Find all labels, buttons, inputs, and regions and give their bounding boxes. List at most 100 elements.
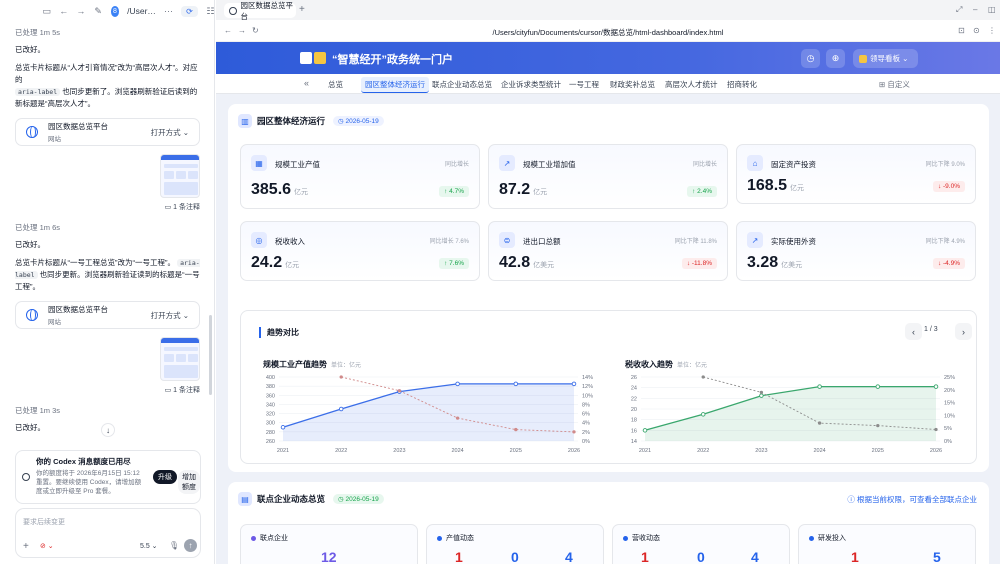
kpi-card[interactable]: ↗ 规模工业增加值 同比增长 87.2 亿元 ↑ 2.4% (488, 144, 728, 209)
kpi-card[interactable]: ▦ 规模工业产值 同比增长 385.6 亿元 ↑ 4.7% (240, 144, 480, 209)
screenshot-attachment[interactable]: ▭ 1 条注释 (15, 337, 200, 395)
browser-tab[interactable]: 园区数据总览平台 (224, 1, 296, 21)
tax-icon: ◎ (251, 232, 267, 248)
mini-value: 4 (565, 549, 573, 564)
dot-icon (809, 535, 814, 541)
nav-item-requests[interactable]: 企业诉求类型统计 (501, 79, 561, 90)
kpi-card[interactable]: ⊜ 进出口总额 同比下降 11.8% 42.8 亿美元 ↓ -11.8% (488, 221, 728, 281)
screenshot-thumbnail[interactable] (160, 154, 200, 198)
nav-item-project-one[interactable]: 一号工程 (569, 79, 599, 90)
nav-item-economy[interactable]: 园区整体经济运行 (361, 77, 429, 93)
scroll-down-button[interactable]: ↓ (101, 423, 115, 437)
kpi-card[interactable]: ◎ 税收收入 同比增长 7.6% 24.2 亿元 ↑ 7.6% (240, 221, 480, 281)
new-tab-button[interactable]: + (299, 4, 305, 15)
y2-tick-label: 8% (582, 402, 590, 408)
module-nav: « 总览 园区整体经济运行 联点企业动态总览 企业诉求类型统计 一号工程 财政奖… (216, 74, 1000, 94)
customize-button[interactable]: ⊞ 自定义 (879, 79, 910, 90)
panel-icon[interactable]: ◫ (988, 5, 996, 14)
address-bar: ← → ↻ /Users/cityfun/Documents/cursor/数据… (216, 20, 1000, 42)
kpi-compare: 同比增长 7.6% (429, 239, 469, 245)
nav-item-talent[interactable]: 高层次人才统计 (665, 79, 718, 90)
leader-dashboard-select[interactable]: 领导看板 ⌄ (853, 49, 918, 68)
chat-scrollbar[interactable] (209, 315, 212, 395)
y-tick-label: 400 (266, 375, 275, 381)
chart-title-text: 税收收入趋势 (625, 360, 673, 369)
screenshot-attachment[interactable]: ▭ 1 条注释 (15, 154, 200, 212)
prev-page-button[interactable]: ‹ (905, 323, 922, 340)
message-text: 总览卡片标题从“一号工程总览”改为“一号工程”。 (15, 258, 175, 267)
mini-card[interactable]: 营收动态 1 0 4 (612, 524, 790, 564)
data-point (875, 384, 881, 389)
bookmark-icon[interactable]: ⊡ (958, 26, 965, 35)
sync-pill[interactable]: ⟳ (181, 5, 198, 17)
kpi-card[interactable]: ⌂ 固定资产投资 同比下降 9.0% 168.5 亿元 ↓ -9.0% (736, 144, 976, 204)
back-icon[interactable]: ← (59, 5, 68, 17)
y2-tick-label: 0% (944, 439, 952, 445)
series-area (283, 383, 574, 441)
composer[interactable]: 要求后续变更 + ⊘ ⌄ 5.5 ⌄ 🎙 ↑ (15, 508, 201, 558)
more-icon[interactable]: ⋮ (988, 26, 996, 35)
mini-card[interactable]: 研发投入 1 5 (798, 524, 976, 564)
message-text: 也同步更新。浏览器刷新验证读到的标题是“一号工程”。 (15, 270, 200, 291)
upgrade-button[interactable]: 升级 (153, 470, 177, 484)
nav-item-enterprise[interactable]: 联点企业动态总览 (432, 79, 492, 90)
more-icon[interactable]: ··· (164, 5, 173, 17)
nav-item-overview[interactable]: 总览 (328, 79, 343, 90)
kpi-delta-badge: ↓ -11.8% (681, 258, 717, 269)
page-indicator: 1 / 3 (924, 326, 938, 333)
kpi-delta-badge: ↑ 7.6% (439, 258, 469, 269)
sidebar-toggle-icon[interactable]: ▭ (42, 5, 51, 17)
site-link-card[interactable]: 园区数据总览平台 网站 打开方式 ⌄ (15, 301, 200, 329)
logo-icon (300, 52, 312, 64)
edit-icon[interactable]: ✎ (94, 5, 103, 17)
data-point (876, 423, 880, 428)
url-field[interactable]: /Users/cityfun/Documents/cursor/数据总览/htm… (216, 27, 1000, 38)
site-link-card[interactable]: 园区数据总览平台 网站 打开方式 ⌄ (15, 118, 200, 146)
nav-item-investment[interactable]: 招商转化 (727, 79, 757, 90)
attach-button[interactable]: + (23, 541, 29, 552)
mini-card-title: 联点企业 (251, 533, 288, 543)
data-point (572, 430, 576, 434)
model-select[interactable]: 5.5 ⌄ (140, 542, 158, 550)
open-with-button[interactable]: 打开方式 ⌄ (151, 127, 189, 138)
next-page-button[interactable]: › (955, 323, 972, 340)
panel-icon[interactable]: ☷ (206, 5, 214, 17)
message-body: 总览卡片标题从“人才引育情况”改为“高层次人才”。对应的 aria-label … (15, 62, 200, 110)
expand-icon[interactable]: ⤢ (956, 5, 962, 15)
y-tick-label: 16 (631, 428, 637, 434)
mic-icon[interactable]: 🎙 (169, 541, 179, 550)
nav-item-subsidy[interactable]: 财政奖补总览 (610, 79, 655, 90)
site-type: 网站 (48, 136, 61, 143)
composer-input[interactable]: 要求后续变更 (23, 517, 65, 527)
chart-unit: 单位：亿元 (331, 363, 362, 369)
permission-mode-select[interactable]: ⊘ ⌄ (40, 542, 54, 550)
clock-icon[interactable]: ◷ (801, 49, 820, 68)
notes-count[interactable]: ▭ 1 条注释 (165, 385, 200, 395)
y-tick-label: 24 (631, 386, 637, 392)
minimize-icon[interactable]: – (973, 5, 977, 14)
mini-card-title: 研发投入 (809, 533, 846, 543)
chart-title: 税收收入趋势 单位：亿元 (625, 359, 707, 370)
data-point (397, 389, 402, 393)
mini-value: 1 (455, 549, 463, 564)
target-icon[interactable]: ⊙ (973, 26, 980, 35)
forward-icon[interactable]: → (76, 5, 85, 17)
screenshot-thumbnail[interactable] (160, 337, 200, 381)
clock-icon (22, 473, 30, 481)
mini-card[interactable]: 联点企业 12 (240, 524, 418, 564)
y-tick-label: 26 (631, 375, 637, 381)
browser-window: 园区数据总览平台 + ⤢ – ◫ ← → ↻ /Users/cityfun/Do… (216, 0, 1000, 564)
send-button[interactable]: ↑ (184, 539, 197, 552)
avatar[interactable]: 8 (110, 5, 120, 17)
settings-icon[interactable]: ⊕ (826, 49, 845, 68)
kpi-compare: 同比增长 (692, 162, 717, 168)
kpi-value: 24.2 亿元 (251, 254, 299, 272)
kpi-unit: 亿美元 (781, 262, 803, 269)
mini-card[interactable]: 产值动态 1 0 4 (426, 524, 604, 564)
add-quota-button[interactable]: 增加额度 (178, 470, 200, 494)
mini-card-label: 营收动态 (632, 535, 660, 542)
notes-count[interactable]: ▭ 1 条注释 (165, 202, 200, 212)
collapse-icon[interactable]: « (304, 78, 309, 88)
kpi-card[interactable]: ↗ 实际使用外资 同比下降 4.9% 3.28 亿美元 ↓ -4.9% (736, 221, 976, 281)
open-with-button[interactable]: 打开方式 ⌄ (151, 310, 189, 321)
